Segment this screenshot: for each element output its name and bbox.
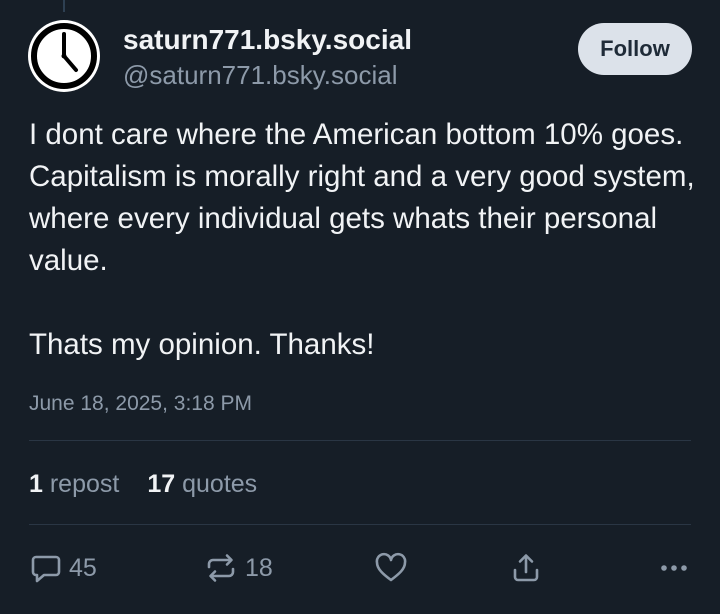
repost-count: 18 <box>245 553 273 582</box>
post-timestamp: June 18, 2025, 3:18 PM <box>29 392 252 415</box>
repost-button[interactable]: 18 <box>203 548 273 588</box>
quotes-stat[interactable]: 17 quotes <box>147 467 257 501</box>
heart-icon <box>375 552 407 582</box>
share-button[interactable] <box>509 548 543 588</box>
more-dots-icon <box>661 565 687 571</box>
quotes-count: 17 <box>147 470 176 498</box>
reposts-label: repost <box>49 470 120 498</box>
post-text: I dont care where the American bottom 10… <box>29 114 699 366</box>
share-icon <box>513 554 539 582</box>
reply-bubble-icon <box>31 555 61 583</box>
post-paragraph: Thats my opinion. Thanks! <box>29 328 375 361</box>
more-options-button[interactable] <box>657 548 691 588</box>
divider <box>29 524 691 525</box>
reposts-stat[interactable]: 1 repost <box>29 467 119 501</box>
author-handle[interactable]: @saturn771.bsky.social <box>123 58 412 92</box>
reposts-count: 1 <box>29 470 43 498</box>
quotes-label: quotes <box>182 470 258 498</box>
thread-line <box>63 0 65 12</box>
follow-button[interactable]: Follow <box>578 23 692 75</box>
clock-icon <box>31 23 97 89</box>
like-button[interactable] <box>373 548 409 588</box>
divider <box>29 440 691 441</box>
post-paragraph: I dont care where the American bottom 10… <box>29 118 695 277</box>
post-stats: 1 repost 17 quotes <box>29 467 257 501</box>
author-display-name[interactable]: saturn771.bsky.social <box>123 22 412 58</box>
reply-count: 45 <box>69 553 97 582</box>
author-names: saturn771.bsky.social @saturn771.bsky.so… <box>123 22 412 92</box>
repost-icon <box>207 554 235 582</box>
reply-button[interactable]: 45 <box>29 548 97 588</box>
post-actions: 45 18 <box>29 548 691 588</box>
avatar[interactable] <box>28 20 100 92</box>
post-header: saturn771.bsky.social @saturn771.bsky.so… <box>28 20 692 92</box>
